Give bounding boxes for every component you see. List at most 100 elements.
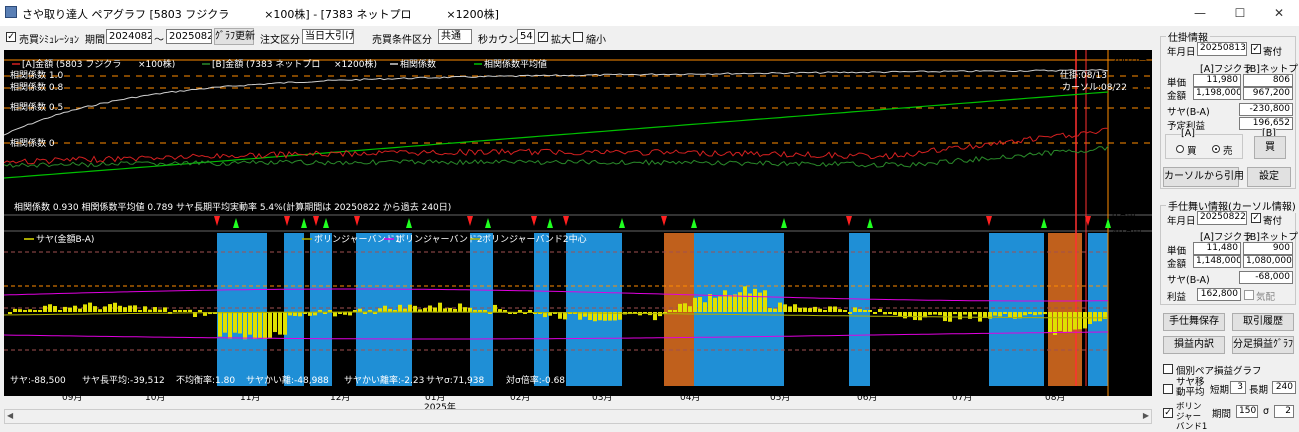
pnl-detail-button[interactable]: 損益内訳 — [1163, 336, 1225, 354]
ma-long-input[interactable]: 240 — [1272, 381, 1296, 394]
a-sell-radio[interactable] — [1212, 145, 1220, 153]
entry-date-input[interactable]: 20250813 — [1197, 42, 1247, 56]
buy-signal-arrow — [485, 218, 491, 228]
spread-bar — [693, 297, 697, 312]
individual-pair-checkbox[interactable] — [1163, 364, 1173, 374]
spread-bar — [423, 308, 427, 312]
spread-bar — [183, 310, 187, 312]
spread-bar — [773, 308, 777, 312]
kehai-label: 気配 — [1256, 292, 1276, 303]
b-side-button[interactable]: 買 — [1254, 136, 1286, 159]
spread-bar — [178, 310, 182, 312]
exit-yose-label: 寄付 — [1263, 216, 1283, 227]
zoom-out-checkbox[interactable] — [573, 32, 583, 42]
saya-ma-checkbox[interactable] — [1163, 384, 1173, 394]
spread-bar — [103, 306, 107, 312]
spread-bar — [733, 294, 737, 312]
spread-bar — [63, 306, 67, 312]
entry-unit-a[interactable]: 11,980 — [1193, 74, 1241, 87]
bollinger-band-upper — [4, 288, 1108, 302]
save-exit-button[interactable]: 手仕舞保存 — [1163, 313, 1225, 331]
a-buy-radio[interactable] — [1176, 145, 1184, 153]
title-bar: さや取り達人 ペアグラフ [5803 フジクラ ×100株] - [7383 ネ… — [0, 0, 1299, 26]
entry-yose-checkbox[interactable]: ✓ — [1251, 44, 1261, 54]
legend-top-item: ×100株) — [138, 58, 175, 70]
legend-top-item: [B]金額 (7383 ネットプロ — [212, 58, 320, 70]
buy-signal-arrow — [301, 218, 307, 228]
period-label: 期間 — [85, 35, 105, 46]
graph-update-button[interactable]: ｸﾞﾗﾌ更新 — [214, 28, 255, 45]
pair-chart[interactable]: [A]金額 (5803 フジクラ ×100株) [B]金額 (7383 ネットプロ ×… — [4, 50, 1152, 396]
buy-signal-arrow — [233, 218, 239, 228]
spread-bar — [18, 309, 22, 312]
spread-bar — [518, 310, 522, 312]
buy-signal-arrow — [1105, 218, 1111, 228]
kehai-checkbox[interactable] — [1244, 290, 1254, 300]
correlation-info-line: 相関係数 0.930 相関係数平均値 0.789 サヤ長期平均実動率 5.4%(… — [14, 201, 451, 213]
exit-date-input[interactable]: 20250822 — [1197, 211, 1247, 225]
trade-condition-label: 売買条件区分 — [372, 35, 432, 46]
scroll-right-icon[interactable]: ▶ — [1143, 411, 1149, 420]
individual-pair-label: 個別ペア損益グラフ — [1176, 366, 1262, 377]
bb-sigma-input[interactable]: 2 — [1274, 405, 1294, 418]
order-type-select[interactable]: 当日大引け — [302, 29, 354, 44]
spread-bar — [998, 312, 1002, 317]
entry-amount-b: 967,200 — [1243, 87, 1293, 100]
horizontal-scrollbar[interactable]: ◀ ▶ — [4, 409, 1152, 424]
spread-bar — [1063, 312, 1067, 332]
spread-bar — [173, 310, 177, 312]
close-button[interactable]: ✕ — [1259, 4, 1299, 22]
maximize-button[interactable]: ☐ — [1220, 4, 1260, 22]
entry-date-label: 年月日 — [1167, 47, 1196, 58]
spread-bar — [873, 312, 877, 314]
spread-stat: 不均衡率:1.80 — [176, 374, 235, 386]
spread-bar — [1048, 312, 1052, 333]
x-axis-month-label: 03月 — [592, 393, 613, 403]
settings-button[interactable]: 設定 — [1247, 167, 1291, 187]
minimize-button[interactable]: — — [1180, 4, 1220, 22]
period-to-input[interactable]: 20250822 — [166, 29, 212, 44]
sell-signal-arrow — [467, 216, 473, 226]
spread-stat: サヤσ:71,938 — [426, 375, 485, 386]
spread-bar — [13, 308, 17, 312]
signal-region — [989, 233, 1044, 386]
seconds-count-input[interactable]: 54 — [517, 29, 535, 44]
spread-bar — [283, 312, 287, 335]
spread-bar — [28, 309, 32, 312]
spread-bar — [253, 312, 257, 339]
bb-period-input[interactable]: 150 — [1236, 405, 1258, 418]
bollinger-checkbox[interactable]: ✓ — [1163, 408, 1173, 418]
spread-bar — [163, 307, 167, 312]
spread-bar — [708, 294, 712, 312]
y-axis-top-tick: 0万円 — [1112, 212, 1136, 222]
simulation-checkbox[interactable]: ✓ — [6, 32, 16, 42]
exit-yose-checkbox[interactable]: ✓ — [1251, 213, 1261, 223]
zoom-in-checkbox[interactable]: ✓ — [538, 32, 548, 42]
minute-pnl-graph-button[interactable]: 分足損益ｸﾞﾗﾌ — [1232, 336, 1294, 354]
spread-bar — [263, 312, 267, 340]
quote-from-cursor-button[interactable]: カーソルから引用 — [1163, 167, 1244, 187]
scroll-left-icon[interactable]: ◀ — [7, 411, 13, 420]
spread-bar — [918, 312, 922, 321]
period-from-input[interactable]: 20240822 — [106, 29, 152, 44]
spread-bar — [273, 312, 277, 333]
spread-bar — [58, 310, 62, 312]
spread-bar — [188, 309, 192, 312]
spread-bar — [198, 310, 202, 312]
trade-condition-select[interactable]: 共通 — [438, 29, 472, 44]
spread-bar — [828, 306, 832, 312]
trade-history-button[interactable]: 取引履歴 — [1232, 313, 1294, 331]
exit-unit-b[interactable]: 900 — [1243, 242, 1293, 255]
ma-short-input[interactable]: 3 — [1230, 381, 1246, 394]
spread-bar — [908, 312, 912, 317]
y-axis-top-tick: 80万円 — [1112, 148, 1142, 158]
exit-unit-a[interactable]: 11,480 — [1193, 242, 1241, 255]
bollinger-band-lower — [4, 331, 1108, 340]
spread-bar — [8, 312, 12, 314]
x-axis-month-label: 08月 — [1045, 393, 1066, 403]
entry-unit-b[interactable]: 806 — [1243, 74, 1293, 87]
spread-stat: サヤかい離率:-2.23 — [344, 374, 424, 386]
y-axis-top-tick: 160万円 — [1112, 87, 1148, 97]
spread-bar — [1023, 312, 1027, 316]
spread-bar — [138, 310, 142, 312]
